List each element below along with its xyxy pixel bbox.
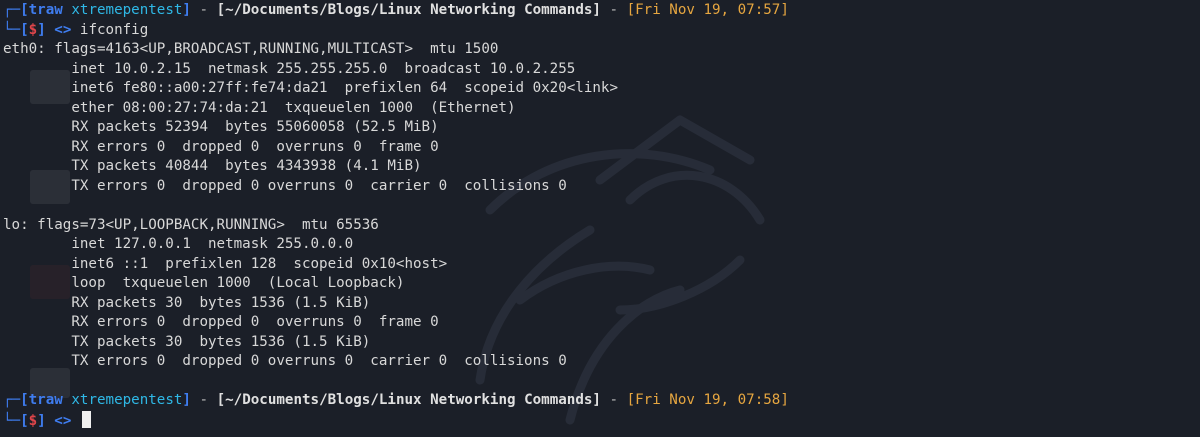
command-text: ifconfig bbox=[79, 21, 149, 38]
output-line: TX errors 0 dropped 0 overruns 0 carrier… bbox=[3, 353, 567, 369]
output-line: inet 10.0.2.15 netmask 255.255.255.0 bro… bbox=[3, 60, 576, 77]
prompt-symbol: $ bbox=[28, 21, 38, 38]
command-line[interactable]: └─[$] <> bbox=[3, 410, 1200, 431]
prompt-host: xtremepentest bbox=[71, 2, 183, 18]
prompt-time: [Fri Nov 19, 07:58] bbox=[626, 392, 789, 408]
prompt-host: xtremepentest bbox=[71, 392, 183, 408]
block-cursor bbox=[81, 410, 91, 428]
prompt-bracket: ] bbox=[37, 412, 46, 429]
output-line: inet 127.0.0.1 netmask 255.0.0.0 bbox=[3, 236, 354, 252]
command-line: └─[$] <> ifconfig bbox=[3, 21, 1200, 41]
prompt-separator: - bbox=[600, 2, 627, 18]
prompt-user: traw bbox=[28, 392, 63, 408]
output-line: TX errors 0 dropped 0 overruns 0 carrier… bbox=[3, 177, 567, 194]
prompt-user: traw bbox=[28, 2, 63, 18]
prompt-bracket: [ bbox=[20, 412, 29, 429]
prompt-bracket: ] bbox=[182, 392, 191, 408]
prompt-separator: - bbox=[190, 2, 217, 18]
prompt-time: [Fri Nov 19, 07:57] bbox=[626, 2, 789, 18]
prompt-corner: └─ bbox=[3, 21, 21, 38]
prompt-bracket: ] bbox=[37, 21, 46, 38]
terminal-buffer: ┌─[traw xtremepentest] - [~/Documents/Bl… bbox=[3, 1, 1200, 430]
output-line: lo: flags=73<UP,LOOPBACK,RUNNING> mtu 65… bbox=[3, 216, 379, 233]
prompt-path: [~/Documents/Blogs/Linux Networking Comm… bbox=[216, 392, 601, 408]
prompt-bracket: [ bbox=[20, 392, 29, 408]
output-line: loop txqueuelen 1000 (Local Loopback) bbox=[3, 275, 405, 291]
output-line: RX packets 52394 bytes 55060058 (52.5 Mi… bbox=[3, 119, 439, 135]
prompt-arrow: <> bbox=[45, 21, 80, 38]
output-line: inet6 fe80::a00:27ff:fe74:da21 prefixlen… bbox=[3, 80, 618, 96]
output-line: ether 08:00:27:74:da:21 txqueuelen 1000 … bbox=[3, 99, 516, 116]
prompt-bracket: ] bbox=[182, 2, 191, 18]
prompt-corner: ┌─ bbox=[3, 392, 21, 408]
prompt-bracket: [ bbox=[20, 2, 29, 18]
prompt-line-top: ┌─[traw xtremepentest] - [~/Documents/Bl… bbox=[3, 391, 1200, 411]
prompt-separator: - bbox=[190, 392, 217, 408]
output-line: TX packets 30 bytes 1536 (1.5 KiB) bbox=[3, 333, 371, 350]
prompt-path: [~/Documents/Blogs/Linux Networking Comm… bbox=[216, 2, 601, 18]
prompt-bracket: [ bbox=[20, 21, 29, 38]
output-line: RX errors 0 dropped 0 overruns 0 frame 0 bbox=[3, 138, 439, 155]
prompt-corner: └─ bbox=[3, 412, 21, 429]
output-line: TX packets 40844 bytes 4343938 (4.1 MiB) bbox=[3, 158, 422, 174]
output-line: RX packets 30 bytes 1536 (1.5 KiB) bbox=[3, 294, 371, 311]
prompt-separator: - bbox=[600, 392, 627, 408]
output-line: eth0: flags=4163<UP,BROADCAST,RUNNING,MU… bbox=[3, 41, 499, 57]
prompt-arrow: <> bbox=[45, 412, 80, 429]
terminal-window[interactable]: ┌─[traw xtremepentest] - [~/Documents/Bl… bbox=[0, 0, 1200, 437]
output-line: inet6 ::1 prefixlen 128 scopeid 0x10<hos… bbox=[3, 255, 448, 272]
prompt-symbol: $ bbox=[28, 412, 38, 429]
prompt-line-top: ┌─[traw xtremepentest] - [~/Documents/Bl… bbox=[3, 1, 1200, 21]
output-line: RX errors 0 dropped 0 overruns 0 frame 0 bbox=[3, 314, 439, 330]
prompt-corner: ┌─ bbox=[3, 2, 21, 18]
